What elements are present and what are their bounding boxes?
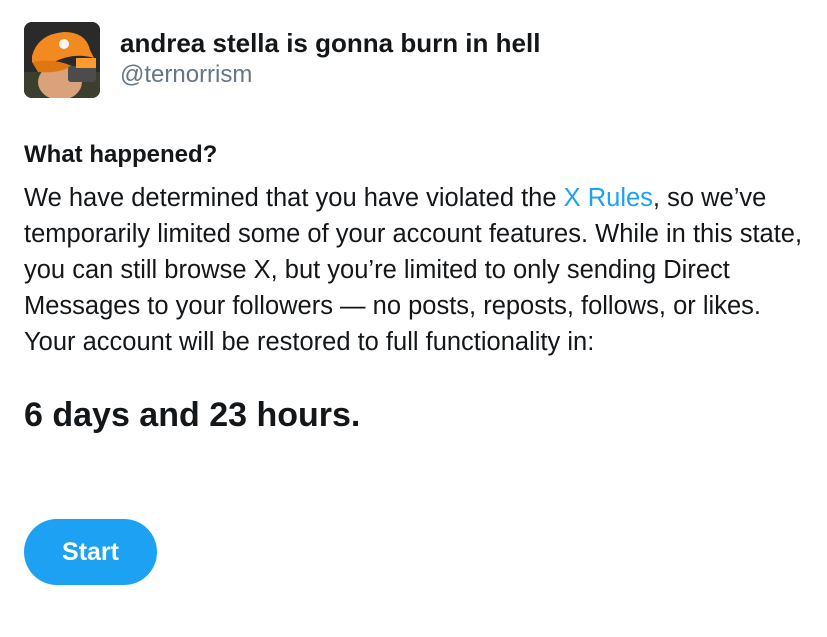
user-handle[interactable]: @ternorrism	[120, 60, 540, 90]
notice-heading: What happened?	[24, 141, 218, 168]
avatar[interactable]	[24, 22, 100, 98]
profile-header: andrea stella is gonna burn in hell @ter…	[24, 22, 540, 98]
start-button[interactable]: Start	[24, 519, 157, 585]
notice-text-before-link: We have determined that you have violate…	[24, 184, 564, 212]
notice-body: We have determined that you have violate…	[24, 180, 814, 360]
display-name[interactable]: andrea stella is gonna burn in hell	[120, 28, 540, 58]
notice-section: What happened? We have determined that y…	[24, 138, 814, 436]
avatar-photo-icon	[24, 22, 100, 98]
restriction-countdown: 6 days and 23 hours.	[24, 396, 361, 434]
x-rules-link[interactable]: X Rules	[564, 184, 653, 212]
